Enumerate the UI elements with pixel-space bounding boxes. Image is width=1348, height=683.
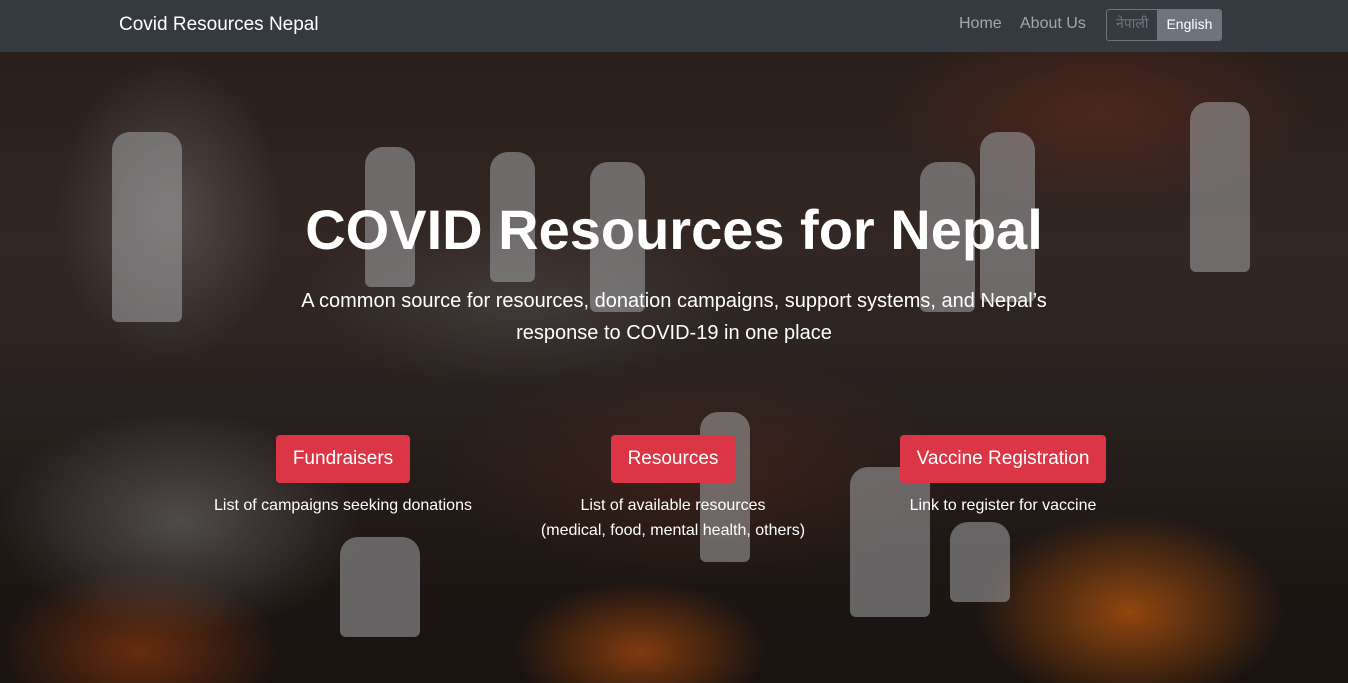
vaccine-registration-button[interactable]: Vaccine Registration (899, 435, 1107, 483)
nav-link-about-us[interactable]: About Us (1020, 14, 1086, 34)
top-navbar: Covid Resources Nepal Home About Us नेपा… (0, 0, 1348, 52)
resources-description-line-2: (medical, food, mental health, others) (540, 522, 806, 539)
fundraisers-card: Fundraisers List of campaigns seeking do… (193, 435, 493, 518)
resources-description: List of available resources (medical, fo… (513, 493, 833, 543)
hero-title: COVID Resources for Nepal (305, 198, 1043, 261)
resources-card: Resources List of available resources (m… (513, 435, 833, 543)
vaccine-registration-card: Vaccine Registration Link to register fo… (853, 435, 1153, 518)
language-nepali-button[interactable]: नेपाली (1107, 10, 1157, 40)
language-toggle: नेपाली English (1106, 9, 1223, 41)
resources-button[interactable]: Resources (610, 435, 736, 483)
resources-description-line-1: List of available resources (580, 497, 766, 514)
fundraisers-button[interactable]: Fundraisers (275, 435, 411, 483)
language-english-button[interactable]: English (1157, 10, 1222, 40)
hero-section: COVID Resources for Nepal A common sourc… (0, 52, 1348, 683)
hero-subtitle-line-1: A common source for resources, donation … (301, 290, 1047, 312)
vaccine-registration-description: Link to register for vaccine (909, 497, 1097, 514)
brand-link[interactable]: Covid Resources Nepal (119, 13, 319, 37)
hero-subtitle-line-2: response to COVID-19 in one place (516, 322, 832, 344)
nav-link-home[interactable]: Home (959, 14, 1002, 34)
fundraisers-description: List of campaigns seeking donations (214, 497, 472, 514)
hero-subtitle: A common source for resources, donation … (274, 285, 1074, 349)
